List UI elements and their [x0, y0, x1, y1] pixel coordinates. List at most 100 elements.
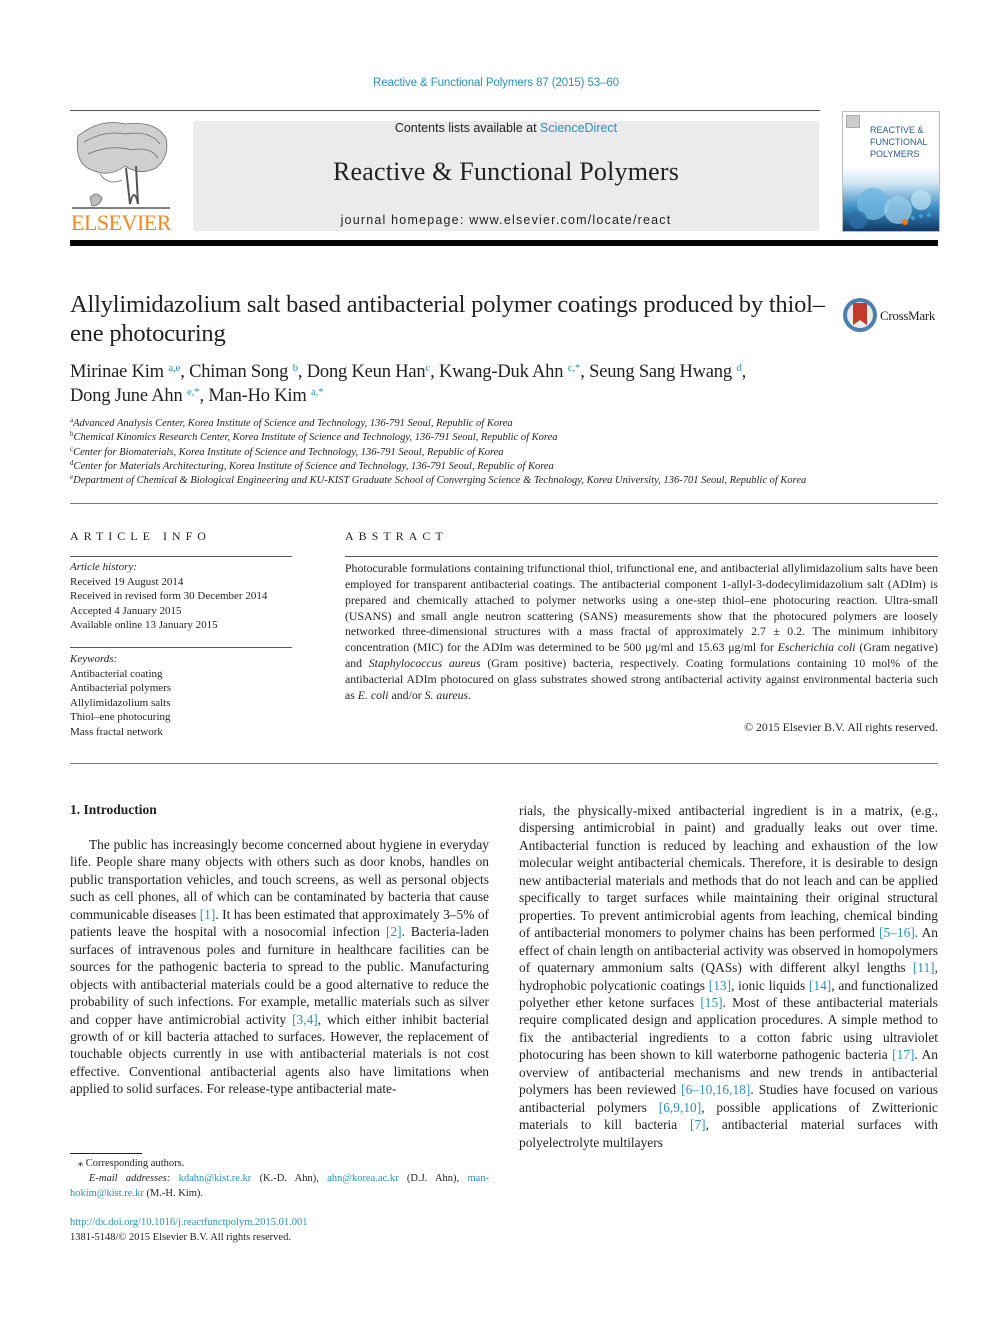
author[interactable]: Man-Ho Kim a,* [208, 386, 323, 406]
citation-link[interactable]: [11] [913, 960, 935, 975]
author-name: Kwang-Duk Ahn [438, 362, 564, 382]
crossmark-label[interactable]: CrossMark [880, 308, 935, 324]
italic-term: Staphylococcus aureus [368, 656, 481, 671]
cover-title-line: FUNCTIONAL [870, 137, 928, 147]
affiliation-rule [70, 503, 938, 504]
history-label: Article history: [70, 561, 137, 573]
author[interactable]: Dong Keun Hanc [306, 362, 431, 382]
author-affiliation-marker[interactable]: a,e [168, 362, 180, 374]
abstract-body: Photocurable formulations containing tri… [345, 561, 938, 704]
crossmark-icon[interactable] [842, 297, 878, 333]
author-separator: , [580, 362, 590, 382]
citation-link[interactable]: [3,4] [292, 1012, 318, 1027]
doi-block: http://dx.doi.org/10.1016/j.reactfunctpo… [70, 1216, 489, 1245]
journal-title: Reactive & Functional Polymers [332, 157, 680, 186]
author-separator: , [297, 362, 307, 382]
history-item: Accepted 4 January 2015 [70, 604, 182, 617]
issn-copyright: 1381-5148/© 2015 Elsevier B.V. All right… [70, 1231, 291, 1243]
text-run: and/or [388, 687, 425, 702]
keywords: Keywords: Antibacterial coating Antibact… [70, 652, 300, 739]
keywords-rule [70, 647, 292, 648]
journal-homepage: journal homepage: www.elsevier.com/locat… [193, 213, 819, 227]
author-affiliation-marker[interactable]: a,* [311, 386, 324, 398]
abstract-rule [345, 556, 938, 557]
email-link[interactable]: kdahn@kist.re.kr [179, 1173, 252, 1184]
affiliation-text: Center for Biomaterials, Korea Institute… [73, 446, 504, 458]
citation-link[interactable]: [14] [809, 978, 831, 993]
cover-title-line: REACTIVE & [870, 125, 924, 135]
author-affiliation-marker[interactable]: e,* [187, 386, 200, 398]
author[interactable]: Seung Sang Hwang d [589, 362, 742, 382]
author[interactable]: Mirinae Kim a,e [70, 362, 180, 382]
keyword: Allylimidazolium salts [70, 696, 171, 709]
citation-link[interactable]: [5–16] [879, 925, 915, 940]
citation-link[interactable]: [17] [892, 1047, 914, 1062]
contents-line: Contents lists available at ScienceDirec… [193, 121, 819, 135]
affiliation: bChemical Kinomics Research Center, Kore… [70, 431, 940, 445]
citation-link[interactable]: [6–10,16,18] [681, 1082, 750, 1097]
history-item: Received in revised form 30 December 201… [70, 590, 268, 602]
body-column-right: rials, the physically-mixed antibacteria… [519, 802, 938, 1151]
email-link[interactable]: ahn@korea.ac.kr [327, 1173, 398, 1184]
history-item: Available online 13 January 2015 [70, 619, 218, 631]
text-run: . [468, 687, 472, 702]
affiliation-text: Department of Chemical & Biological Engi… [73, 475, 807, 487]
author[interactable]: Chiman Song b [189, 362, 298, 382]
section-heading: 1. Introduction [70, 802, 157, 817]
citation-link[interactable]: [1] [200, 907, 216, 922]
header-thick-rule [70, 240, 938, 246]
keywords-label: Keywords: [70, 653, 118, 665]
citation-link[interactable]: [7] [690, 1117, 706, 1132]
affiliation-text: Center for Materials Architecturing, Kor… [73, 460, 554, 472]
keyword: Thiol–ene photocuring [70, 711, 171, 723]
contents-prefix: Contents lists available at [394, 121, 541, 135]
section-divider [70, 763, 938, 764]
homepage-url[interactable]: www.elsevier.com/locate/react [469, 213, 671, 227]
running-head[interactable]: Reactive & Functional Polymers 87 (2015)… [0, 77, 992, 89]
history-item: Received 19 August 2014 [70, 575, 184, 588]
author-affiliation-marker[interactable]: c,* [568, 362, 581, 374]
abstract-heading: ABSTRACT [345, 529, 448, 543]
citation-link[interactable]: [15] [700, 995, 722, 1010]
author[interactable]: Dong June Ahn e,* [70, 386, 200, 406]
cover-title: REACTIVE & FUNCTIONAL POLYMERS [870, 124, 936, 160]
footnote-rule [70, 1153, 142, 1154]
header-rule [70, 110, 820, 111]
homepage-label: journal homepage: [340, 213, 470, 227]
article-info-rule [70, 556, 292, 557]
author-name: Man-Ho Kim [208, 386, 307, 406]
affiliation-text: Chemical Kinomics Research Center, Korea… [73, 432, 558, 444]
author-name: Dong June Ahn [70, 386, 183, 406]
affiliation: dCenter for Materials Architecturing, Ko… [70, 459, 940, 474]
affiliation-text: Advanced Analysis Center, Korea Institut… [73, 418, 513, 429]
article-info-heading: ARTICLE INFO [70, 529, 211, 543]
article-history: Article history: Received 19 August 2014… [70, 560, 300, 633]
affiliation: cCenter for Biomaterials, Korea Institut… [70, 445, 940, 460]
author-name: Mirinae Kim [70, 362, 164, 382]
citation-link[interactable]: [6,9,10] [659, 1100, 701, 1115]
email-owner: (D.J. Ahn) [406, 1173, 457, 1184]
sciencedirect-link[interactable]: ScienceDirect [540, 121, 617, 135]
email-owner: (K.-D. Ahn) [259, 1173, 317, 1184]
cover-elsevier-mini-logo [846, 115, 860, 128]
author[interactable]: Kwang-Duk Ahn c,* [438, 362, 581, 382]
italic-term: E. coli [357, 687, 389, 702]
citation-link[interactable]: [2] [386, 924, 402, 939]
asterisk-marker: ⁎ [77, 1158, 84, 1169]
email-owner: (M.-H. Kim). [146, 1188, 204, 1199]
keyword: Mass fractal network [70, 725, 163, 738]
citation-link[interactable]: [13] [709, 978, 731, 993]
body-paragraph: The public has increasingly become conce… [70, 836, 489, 1098]
author-separator: , [180, 362, 190, 382]
italic-term: S. aureus [424, 687, 469, 702]
italic-term: Escherichia coli [777, 640, 856, 655]
text-run: rials, the physically-mixed antibacteria… [519, 803, 938, 941]
affiliation-list: aAdvanced Analysis Center, Korea Institu… [70, 417, 940, 488]
author-name: Dong Keun Han [306, 362, 426, 382]
keyword: Antibacterial coating [70, 667, 163, 680]
author-separator: , [430, 362, 439, 382]
email-note: E-mail addresses: kdahn@kist.re.kr (K.-D… [70, 1173, 490, 1199]
author-separator: , [741, 362, 747, 382]
footnotes: ⁎ Corresponding authors. E-mail addresse… [70, 1156, 489, 1201]
doi-link[interactable]: http://dx.doi.org/10.1016/j.reactfunctpo… [70, 1216, 489, 1231]
